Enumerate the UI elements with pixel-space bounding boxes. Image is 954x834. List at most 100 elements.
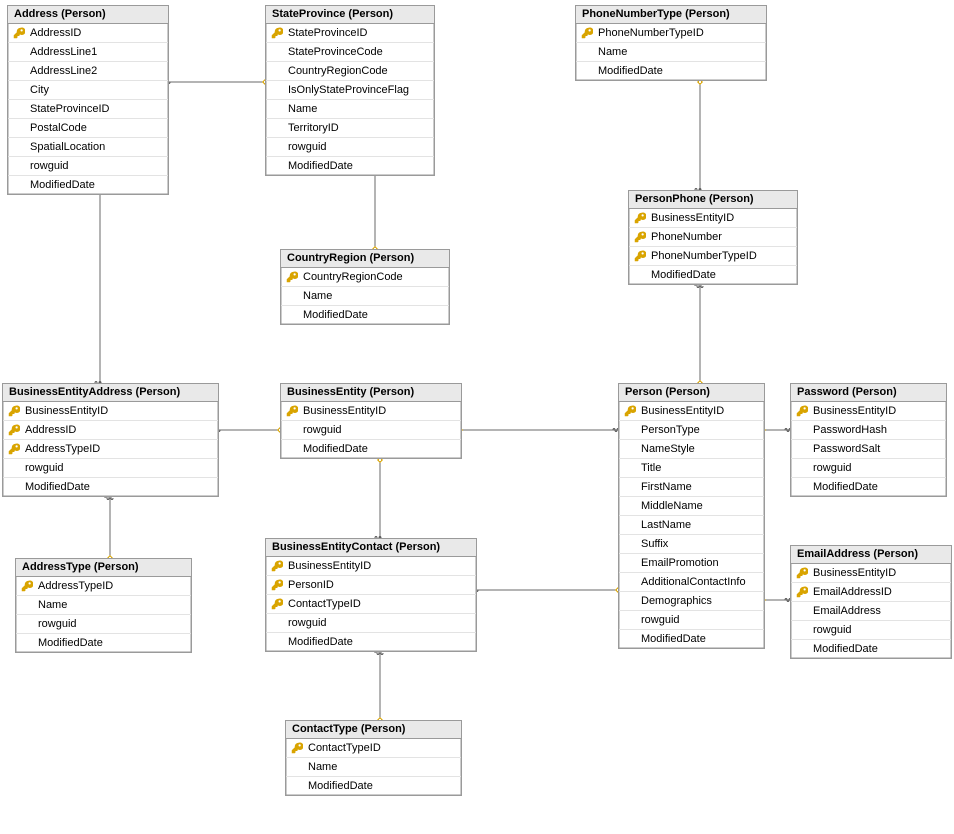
table-column[interactable]: AddressID bbox=[8, 24, 168, 43]
table-title: Address (Person) bbox=[8, 6, 168, 24]
table-column[interactable]: FirstName bbox=[619, 478, 764, 497]
table-column[interactable]: ModifiedDate bbox=[16, 634, 191, 652]
table-title: PhoneNumberType (Person) bbox=[576, 6, 766, 24]
table-column[interactable]: ModifiedDate bbox=[286, 777, 461, 795]
column-name: ModifiedDate bbox=[308, 780, 379, 792]
table-column[interactable]: PasswordHash bbox=[791, 421, 946, 440]
table-column[interactable]: AddressLine1 bbox=[8, 43, 168, 62]
table-column[interactable]: ModifiedDate bbox=[619, 630, 764, 648]
table-column[interactable]: BusinessEntityID bbox=[619, 402, 764, 421]
table-title: AddressType (Person) bbox=[16, 559, 191, 577]
table-column[interactable]: PhoneNumberTypeID bbox=[629, 247, 797, 266]
table-column[interactable]: ModifiedDate bbox=[791, 640, 951, 658]
table-column[interactable]: rowguid bbox=[266, 614, 476, 633]
table-column[interactable]: EmailPromotion bbox=[619, 554, 764, 573]
table-column[interactable]: ModifiedDate bbox=[3, 478, 218, 496]
table-column[interactable]: BusinessEntityID bbox=[3, 402, 218, 421]
table-column[interactable]: rowguid bbox=[281, 421, 461, 440]
table-column[interactable]: Name bbox=[286, 758, 461, 777]
table-column[interactable]: Suffix bbox=[619, 535, 764, 554]
table-column[interactable]: Name bbox=[16, 596, 191, 615]
table-column[interactable]: MiddleName bbox=[619, 497, 764, 516]
table-column[interactable]: rowguid bbox=[791, 621, 951, 640]
table-column[interactable]: BusinessEntityID bbox=[791, 402, 946, 421]
table-column[interactable]: ContactTypeID bbox=[286, 739, 461, 758]
table-column[interactable]: rowguid bbox=[619, 611, 764, 630]
table-AddressType[interactable]: AddressType (Person)AddressTypeIDNamerow… bbox=[15, 558, 192, 653]
table-column[interactable]: LastName bbox=[619, 516, 764, 535]
table-column[interactable]: Name bbox=[266, 100, 434, 119]
table-column[interactable]: TerritoryID bbox=[266, 119, 434, 138]
table-column[interactable]: ModifiedDate bbox=[281, 440, 461, 458]
table-title: StateProvince (Person) bbox=[266, 6, 434, 24]
table-CountryRegion[interactable]: CountryRegion (Person)CountryRegionCodeN… bbox=[280, 249, 450, 325]
table-column[interactable]: BusinessEntityID bbox=[629, 209, 797, 228]
table-column[interactable]: rowguid bbox=[3, 459, 218, 478]
table-column[interactable]: ModifiedDate bbox=[8, 176, 168, 194]
table-column[interactable]: ModifiedDate bbox=[281, 306, 449, 324]
table-column[interactable]: Name bbox=[576, 43, 766, 62]
table-BusinessEntityAddress[interactable]: BusinessEntityAddress (Person)BusinessEn… bbox=[2, 383, 219, 497]
table-column[interactable]: PhoneNumberTypeID bbox=[576, 24, 766, 43]
table-column[interactable]: SpatialLocation bbox=[8, 138, 168, 157]
column-name: rowguid bbox=[303, 424, 348, 436]
table-column[interactable]: ModifiedDate bbox=[266, 633, 476, 651]
table-column[interactable]: ModifiedDate bbox=[629, 266, 797, 284]
table-column[interactable]: PasswordSalt bbox=[791, 440, 946, 459]
table-EmailAddress[interactable]: EmailAddress (Person)BusinessEntityIDEma… bbox=[790, 545, 952, 659]
column-name: EmailPromotion bbox=[641, 557, 725, 569]
table-title: BusinessEntityAddress (Person) bbox=[3, 384, 218, 402]
table-Person[interactable]: Person (Person)BusinessEntityIDPersonTyp… bbox=[618, 383, 765, 649]
table-column[interactable]: BusinessEntityID bbox=[266, 557, 476, 576]
table-StateProvince[interactable]: StateProvince (Person)StateProvinceID Sta… bbox=[265, 5, 435, 176]
table-title: PersonPhone (Person) bbox=[629, 191, 797, 209]
table-column[interactable]: PostalCode bbox=[8, 119, 168, 138]
table-column[interactable]: IsOnlyStateProvinceFlag bbox=[266, 81, 434, 100]
table-column[interactable]: PersonType bbox=[619, 421, 764, 440]
table-column[interactable]: rowguid bbox=[791, 459, 946, 478]
table-column[interactable]: rowguid bbox=[266, 138, 434, 157]
table-Password[interactable]: Password (Person)BusinessEntityIDPasswor… bbox=[790, 383, 947, 497]
table-PhoneNumberType[interactable]: PhoneNumberType (Person) PhoneNumberTypeI… bbox=[575, 5, 767, 81]
table-BusinessEntity[interactable]: BusinessEntity (Person)BusinessEntityIDr… bbox=[280, 383, 462, 459]
table-column[interactable]: rowguid bbox=[8, 157, 168, 176]
table-column[interactable]: StateProvinceCode bbox=[266, 43, 434, 62]
table-column[interactable]: ModifiedDate bbox=[576, 62, 766, 80]
column-name: CountryRegionCode bbox=[303, 271, 409, 283]
table-column[interactable]: EmailAddress bbox=[791, 602, 951, 621]
table-column[interactable]: BusinessEntityID bbox=[791, 564, 951, 583]
column-name: BusinessEntityID bbox=[641, 405, 730, 417]
table-column[interactable]: NameStyle bbox=[619, 440, 764, 459]
table-column[interactable]: PhoneNumber bbox=[629, 228, 797, 247]
table-column[interactable]: StateProvinceID bbox=[266, 24, 434, 43]
table-Address[interactable]: Address (Person)AddressIDAddressLine1Add… bbox=[7, 5, 169, 195]
table-column[interactable]: Demographics bbox=[619, 592, 764, 611]
table-column[interactable]: BusinessEntityID bbox=[281, 402, 461, 421]
table-BusinessEntityContact[interactable]: BusinessEntityContact (Person)BusinessEn… bbox=[265, 538, 477, 652]
table-ContactType[interactable]: ContactType (Person)ContactTypeIDName Mod… bbox=[285, 720, 462, 796]
table-title: ContactType (Person) bbox=[286, 721, 461, 739]
table-column[interactable]: StateProvinceID bbox=[8, 100, 168, 119]
table-column[interactable]: EmailAddressID bbox=[791, 583, 951, 602]
table-column[interactable]: rowguid bbox=[16, 615, 191, 634]
column-name: PasswordSalt bbox=[813, 443, 886, 455]
table-column[interactable]: AddressTypeID bbox=[3, 440, 218, 459]
primary-key-icon bbox=[629, 231, 651, 243]
column-name: StateProvinceCode bbox=[288, 46, 389, 58]
table-column[interactable]: AddressLine2 bbox=[8, 62, 168, 81]
table-column[interactable]: AddressTypeID bbox=[16, 577, 191, 596]
table-column[interactable]: PersonID bbox=[266, 576, 476, 595]
table-column[interactable]: CountryRegionCode bbox=[281, 268, 449, 287]
table-column[interactable]: Title bbox=[619, 459, 764, 478]
table-column[interactable]: ModifiedDate bbox=[791, 478, 946, 496]
table-column[interactable]: ContactTypeID bbox=[266, 595, 476, 614]
table-column[interactable]: AddressID bbox=[3, 421, 218, 440]
column-name: PhoneNumberTypeID bbox=[598, 27, 710, 39]
table-column[interactable]: ModifiedDate bbox=[266, 157, 434, 175]
table-column[interactable]: Name bbox=[281, 287, 449, 306]
table-column[interactable]: City bbox=[8, 81, 168, 100]
er-diagram-canvas: Address (Person)AddressIDAddressLine1Add… bbox=[0, 0, 954, 834]
table-column[interactable]: AdditionalContactInfo bbox=[619, 573, 764, 592]
table-column[interactable]: CountryRegionCode bbox=[266, 62, 434, 81]
table-PersonPhone[interactable]: PersonPhone (Person)BusinessEntityIDPhon… bbox=[628, 190, 798, 285]
